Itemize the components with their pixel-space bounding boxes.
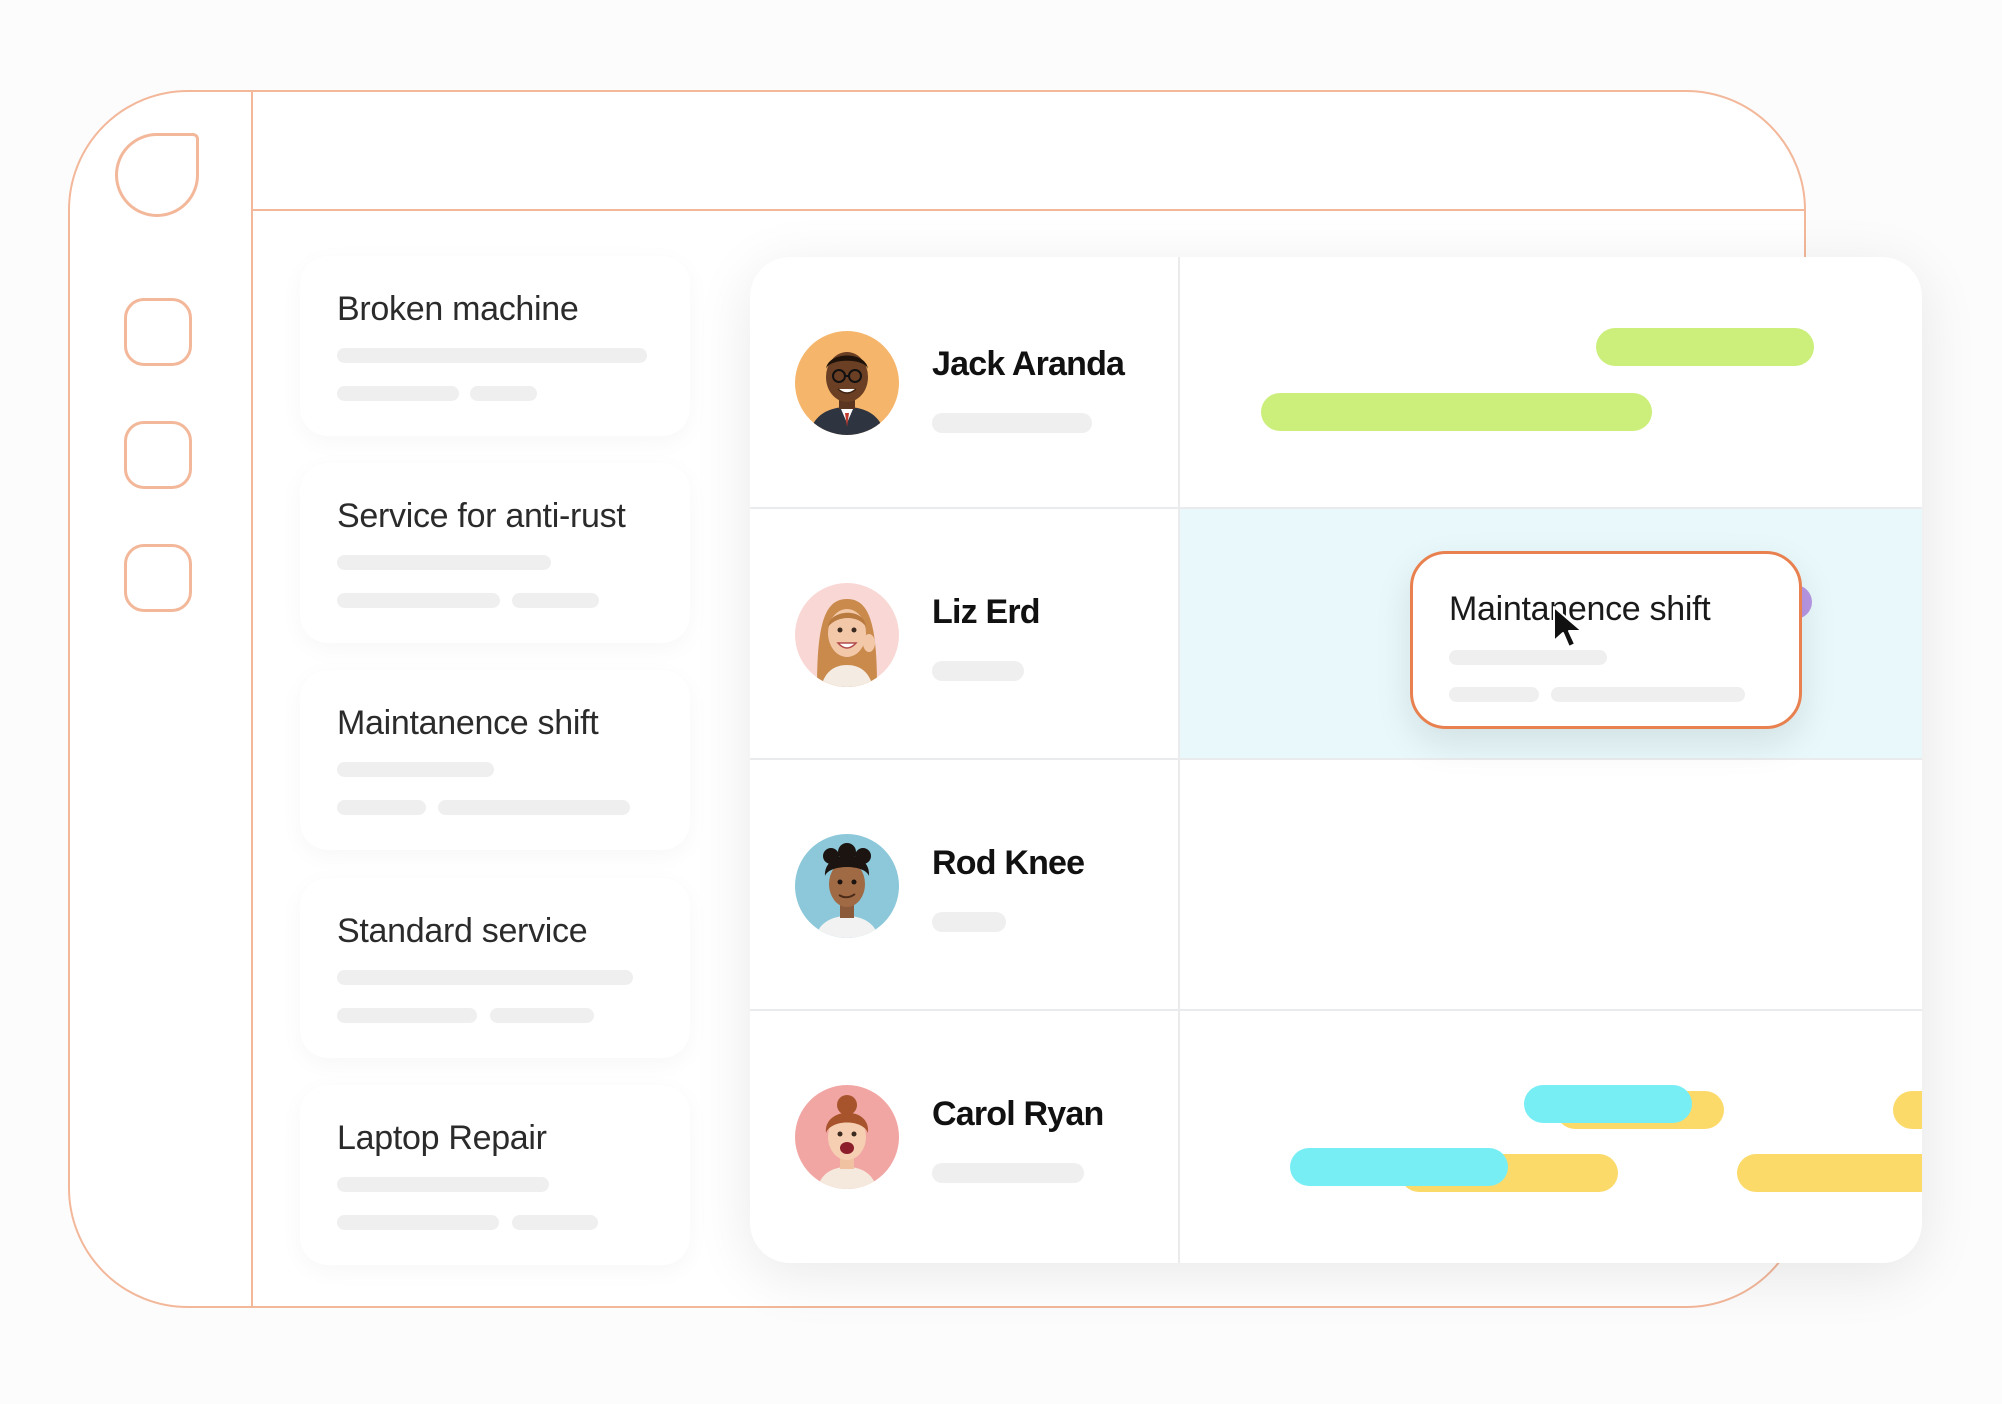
placeholder-line bbox=[470, 386, 537, 401]
placeholder-line bbox=[1551, 687, 1745, 702]
placeholder-line bbox=[337, 555, 551, 570]
avatar bbox=[795, 834, 899, 938]
header-divider bbox=[251, 209, 1806, 211]
nav-item-2-icon[interactable] bbox=[124, 421, 192, 489]
placeholder-line bbox=[932, 661, 1024, 681]
task-card-anti-rust[interactable]: Service for anti-rust bbox=[300, 463, 690, 643]
shift-bar[interactable] bbox=[1524, 1085, 1692, 1123]
placeholder-line bbox=[337, 1008, 477, 1023]
placeholder-line bbox=[337, 1215, 499, 1230]
placeholder-line bbox=[337, 348, 647, 363]
placeholder-line bbox=[1449, 687, 1539, 702]
task-title: Service for anti-rust bbox=[337, 497, 626, 535]
placeholder-line bbox=[932, 1163, 1084, 1183]
shift-bar[interactable] bbox=[1290, 1148, 1508, 1186]
task-card-broken-machine[interactable]: Broken machine bbox=[300, 256, 690, 436]
task-card-maintanence-shift[interactable]: Maintanence shift bbox=[300, 670, 690, 850]
schedule-panel: Jack Aranda Liz Erd Rod Knee Carol Ryan bbox=[750, 257, 1922, 1263]
person-name: Carol Ryan bbox=[932, 1095, 1104, 1133]
person-name: Jack Aranda bbox=[932, 345, 1125, 383]
task-title: Maintanence shift bbox=[337, 704, 599, 742]
schedule-row-jack-aranda[interactable]: Jack Aranda bbox=[750, 257, 1922, 509]
person-name: Liz Erd bbox=[932, 593, 1041, 631]
mouse-cursor-icon bbox=[1553, 606, 1583, 648]
task-title: Broken machine bbox=[337, 290, 579, 328]
placeholder-line bbox=[337, 593, 500, 608]
placeholder-line bbox=[337, 1177, 549, 1192]
placeholder-line bbox=[490, 1008, 594, 1023]
task-title: Standard service bbox=[337, 912, 588, 950]
placeholder-line bbox=[337, 800, 426, 815]
nav-item-3-icon[interactable] bbox=[124, 544, 192, 612]
placeholder-line bbox=[932, 912, 1006, 932]
placeholder-line bbox=[438, 800, 630, 815]
placeholder-line bbox=[337, 762, 494, 777]
task-card-laptop-repair[interactable]: Laptop Repair bbox=[300, 1085, 690, 1265]
sidebar-divider bbox=[251, 90, 253, 1308]
nav-item-1-icon[interactable] bbox=[124, 298, 192, 366]
shift-bar[interactable] bbox=[1261, 393, 1652, 431]
task-title: Laptop Repair bbox=[337, 1119, 547, 1157]
person-name: Rod Knee bbox=[932, 844, 1085, 882]
schedule-row-carol-ryan[interactable]: Carol Ryan bbox=[750, 1011, 1922, 1263]
placeholder-line bbox=[512, 1215, 598, 1230]
placeholder-line bbox=[337, 970, 633, 985]
avatar bbox=[795, 331, 899, 435]
schedule-row-rod-knee[interactable]: Rod Knee bbox=[750, 760, 1922, 1192]
placeholder-line bbox=[512, 593, 599, 608]
avatar bbox=[795, 583, 899, 687]
app-logo-icon bbox=[115, 133, 199, 217]
shift-drag-card[interactable]: Maintanence shift bbox=[1410, 551, 1802, 729]
task-card-standard-service[interactable]: Standard service bbox=[300, 878, 690, 1058]
placeholder-line bbox=[337, 386, 459, 401]
placeholder-line bbox=[1449, 650, 1607, 665]
placeholder-line bbox=[932, 413, 1092, 433]
shift-bar[interactable] bbox=[1596, 328, 1814, 366]
avatar bbox=[795, 1085, 899, 1189]
